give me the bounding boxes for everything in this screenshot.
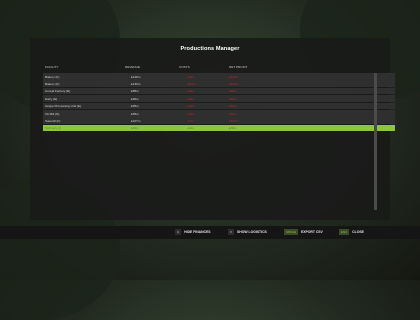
export-csv-button[interactable]: SPACE EXPORT CSV: [284, 229, 323, 236]
facility-name: Dairy (E): [45, 96, 58, 101]
scrollbar[interactable]: [374, 73, 377, 210]
costs-value: -£3m: [187, 111, 195, 116]
table-row[interactable]: Oil Mill (D) £55m -£3m £52m: [43, 109, 395, 117]
costs-value: -£8m: [187, 74, 195, 79]
revenue-value: £128m: [131, 74, 141, 79]
productions-manager-panel: Productions Manager FACILITY REVENUE COS…: [30, 38, 395, 220]
table-row[interactable]: Cereal Factory (E) £85m -£5m £80m: [43, 87, 395, 95]
table-row[interactable]: Dairy (E) £90m -£6m £84m: [43, 95, 395, 102]
column-net-profit: NET PROFIT: [229, 65, 248, 69]
column-revenue: REVENUE: [125, 65, 140, 69]
net-profit-value: £120m: [229, 81, 239, 86]
costs-value: -£6m: [187, 96, 195, 101]
facility-name: Bakery (F): [45, 74, 60, 79]
key-hint: C: [175, 229, 182, 235]
hide-finances-button[interactable]: C HIDE FINANCES: [175, 229, 211, 236]
table-row[interactable]: Grape Processing Unit (E) £65m -£4m £61m: [43, 102, 395, 110]
facility-name: Sawmill (F): [45, 118, 61, 123]
table-header: FACILITY REVENUE COSTS NET PROFIT: [43, 64, 378, 72]
revenue-value: £107m: [131, 118, 141, 123]
net-profit-value: £80m: [229, 89, 237, 94]
net-profit-value: £61m: [229, 104, 237, 109]
net-profit-value: £38m: [229, 126, 237, 131]
facility-name: Grape Processing Unit (E): [45, 104, 82, 109]
table-row[interactable]: Sawmill (F) £107m -£7m £100m: [43, 117, 395, 124]
hide-finances-label: HIDE FINANCES: [184, 230, 211, 234]
key-hint: V: [228, 229, 235, 235]
net-profit-value: £52m: [229, 111, 237, 116]
facility-name: Oil Mill (D): [45, 111, 60, 116]
scrollbar-thumb[interactable]: [374, 73, 377, 210]
revenue-value: £130m: [131, 81, 141, 86]
key-hint: ESC: [339, 229, 350, 235]
net-profit-value: £120m: [229, 74, 239, 79]
net-profit-value: £84m: [229, 96, 237, 101]
facility-name: Cereal Factory (E): [45, 89, 71, 94]
revenue-value: £65m: [131, 104, 139, 109]
costs-value: -£4m: [187, 104, 195, 109]
key-hint: SPACE: [284, 229, 298, 235]
table-row[interactable]: Bakery (F) £130m -£10m £120m: [43, 80, 395, 87]
revenue-value: £40m: [131, 126, 139, 131]
costs-value: -£2m: [187, 126, 195, 131]
table-row-selected[interactable]: Spinnery (I) £40m -£2m £38m: [43, 124, 395, 132]
revenue-value: £55m: [131, 111, 139, 116]
costs-value: -£5m: [187, 89, 195, 94]
export-csv-label: EXPORT CSV: [300, 230, 323, 234]
facility-list: Bakery (F) £128m -£8m £120m Bakery (F) £…: [43, 73, 395, 132]
table-row[interactable]: Bakery (F) £128m -£8m £120m: [43, 73, 395, 80]
show-logistics-button[interactable]: V SHOW LOGISTICS: [228, 229, 267, 236]
show-logistics-label: SHOW LOGISTICS: [237, 230, 267, 234]
revenue-value: £90m: [131, 96, 139, 101]
revenue-value: £85m: [131, 89, 139, 94]
facility-name: Bakery (F): [45, 81, 60, 86]
footer-bar: C HIDE FINANCES V SHOW LOGISTICS SPACE EXPO…: [0, 226, 420, 239]
costs-value: -£7m: [187, 118, 195, 123]
close-label: CLOSE: [352, 230, 364, 234]
costs-value: -£10m: [187, 81, 196, 86]
facility-name: Spinnery (I): [45, 126, 61, 131]
panel-title: Productions Manager: [180, 46, 240, 52]
close-button[interactable]: ESC CLOSE: [339, 229, 364, 236]
column-facility: FACILITY: [45, 65, 59, 69]
net-profit-value: £100m: [229, 118, 239, 123]
column-costs: COSTS: [179, 65, 190, 69]
